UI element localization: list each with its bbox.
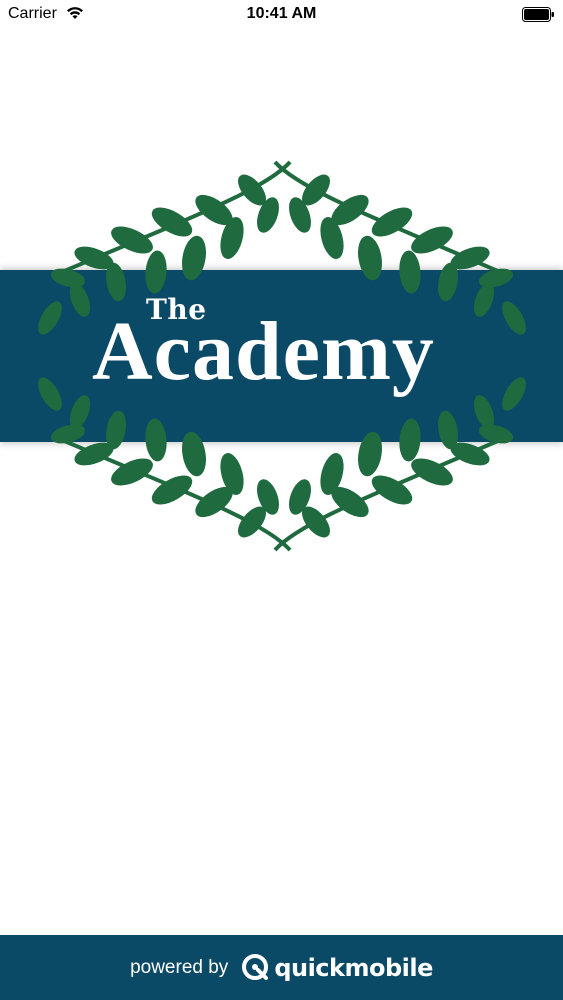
quickmobile-logo-icon	[242, 953, 269, 980]
logo-academy-text: Academy	[92, 305, 435, 398]
status-bar: Carrier 10:41 AM	[0, 0, 563, 30]
quickmobile-brand-name: quickmobile	[274, 953, 433, 982]
powered-by-branding: powered by quickmobile	[0, 935, 563, 1000]
academy-logo: The Academy	[0, 150, 563, 560]
powered-by-label: powered by	[130, 956, 229, 978]
footer-bar: powered by quickmobile	[0, 935, 563, 1000]
status-time: 10:41 AM	[246, 5, 317, 22]
battery-icon	[522, 7, 554, 22]
